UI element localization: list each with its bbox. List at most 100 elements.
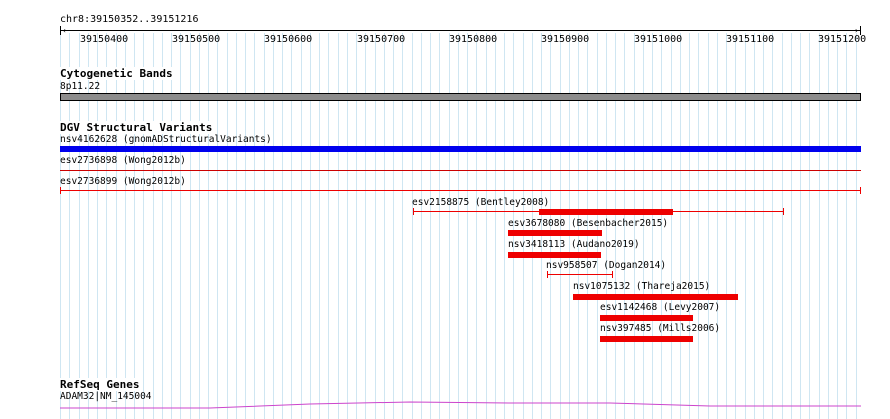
grid-line: [745, 33, 746, 419]
tick-label: 39150500: [172, 34, 221, 45]
grid-line: [495, 33, 496, 419]
sv-label[interactable]: nsv1075132 (Thareja2015): [573, 281, 710, 292]
sv-label[interactable]: nsv3418113 (Audano2019): [508, 239, 640, 250]
grid-line: [504, 33, 505, 419]
tick-label: 39151100: [726, 34, 775, 45]
grid-line: [467, 33, 468, 419]
grid-line: [412, 33, 413, 419]
grid-line: [458, 33, 459, 419]
grid-line: [236, 33, 237, 419]
grid-line: [439, 33, 440, 419]
grid-line: [486, 33, 487, 419]
grid-line: [356, 33, 357, 419]
grid-line: [134, 33, 135, 419]
grid-line: [199, 33, 200, 419]
grid-line: [735, 33, 736, 419]
grid-line: [180, 33, 181, 419]
sv-label[interactable]: esv1142468 (Levy2007): [600, 302, 720, 313]
grid-line: [680, 33, 681, 419]
sv-label[interactable]: nsv397485 (Mills2006): [600, 323, 720, 334]
grid-line: [698, 33, 699, 419]
grid-line: [301, 33, 302, 419]
sv-label[interactable]: nsv958507 (Dogan2014): [546, 260, 666, 271]
ruler-left-cap: [60, 26, 61, 35]
grid-line: [726, 33, 727, 419]
grid-line: [689, 33, 690, 419]
gene-model-line[interactable]: [0, 395, 890, 419]
sv-feature-line[interactable]: [547, 274, 613, 275]
grid-line: [264, 33, 265, 419]
grid-line: [106, 33, 107, 419]
grid-line: [800, 33, 801, 419]
grid-line: [828, 33, 829, 419]
grid-line: [819, 33, 820, 419]
sv-label[interactable]: nsv4162628 (gnomADStructuralVariants): [60, 134, 272, 145]
grid-line: [375, 33, 376, 419]
genome-browser-track-view: chr8:39150352..39151216 ‹ › 39150400 391…: [0, 0, 890, 419]
sv-feature-bar[interactable]: [600, 336, 693, 342]
cytoband-track-title[interactable]: Cytogenetic Bands: [60, 67, 173, 80]
grid-line: [708, 33, 709, 419]
grid-line: [449, 33, 450, 419]
grid-line: [671, 33, 672, 419]
ruler-left-arrow-icon: ‹: [62, 26, 67, 35]
sv-feature-cap: [60, 187, 61, 194]
grid-line: [310, 33, 311, 419]
grid-line: [421, 33, 422, 419]
sv-label[interactable]: esv2736899 (Wong2012b): [60, 176, 186, 187]
grid-line: [717, 33, 718, 419]
sv-feature-bar[interactable]: [60, 146, 861, 152]
grid-lines: [0, 0, 890, 419]
ruler-axis: [60, 30, 861, 31]
grid-line: [754, 33, 755, 419]
tick-label: 39150600: [264, 34, 313, 45]
tick-label: 39150900: [541, 34, 590, 45]
grid-line: [282, 33, 283, 419]
tick-label: 39150800: [449, 34, 498, 45]
tick-label: 39151200: [818, 34, 867, 45]
tick-label: 39150400: [80, 34, 129, 45]
grid-line: [393, 33, 394, 419]
sv-feature-cap: [612, 271, 613, 278]
sv-feature-line[interactable]: [60, 190, 861, 191]
grid-line: [846, 33, 847, 419]
grid-line: [116, 33, 117, 419]
grid-line: [227, 33, 228, 419]
grid-line: [217, 33, 218, 419]
sv-feature-bar[interactable]: [600, 315, 693, 321]
sv-feature-bar[interactable]: [508, 230, 602, 236]
grid-line: [143, 33, 144, 419]
grid-line: [402, 33, 403, 419]
grid-line: [319, 33, 320, 419]
sv-feature-cap: [783, 208, 784, 215]
sv-label[interactable]: esv2736898 (Wong2012b): [60, 155, 186, 166]
sv-feature-line[interactable]: [60, 170, 861, 171]
grid-line: [338, 33, 339, 419]
sv-feature-bar[interactable]: [508, 252, 601, 258]
grid-line: [837, 33, 838, 419]
tick-label: 39151000: [634, 34, 683, 45]
grid-line: [856, 33, 857, 419]
cytoband-bar[interactable]: [60, 93, 861, 101]
grid-line: [208, 33, 209, 419]
grid-line: [809, 33, 810, 419]
grid-line: [476, 33, 477, 419]
grid-line: [763, 33, 764, 419]
position-readout: chr8:39150352..39151216: [60, 14, 199, 25]
grid-line: [384, 33, 385, 419]
grid-line: [328, 33, 329, 419]
grid-line: [430, 33, 431, 419]
sv-label[interactable]: esv2158875 (Bentley2008): [412, 197, 549, 208]
grid-line: [291, 33, 292, 419]
grid-line: [782, 33, 783, 419]
sv-feature-bar[interactable]: [539, 209, 673, 215]
sv-label[interactable]: esv3678080 (Besenbacher2015): [508, 218, 668, 229]
dgv-track-title[interactable]: DGV Structural Variants: [60, 121, 213, 134]
sv-feature-cap: [413, 208, 414, 215]
sv-feature-cap: [547, 271, 548, 278]
sv-feature-bar[interactable]: [573, 294, 738, 300]
cytoband-label: 8p11.22: [60, 81, 101, 92]
tick-label: 39150700: [357, 34, 406, 45]
refseq-track-title[interactable]: RefSeq Genes: [60, 378, 140, 391]
grid-line: [254, 33, 255, 419]
